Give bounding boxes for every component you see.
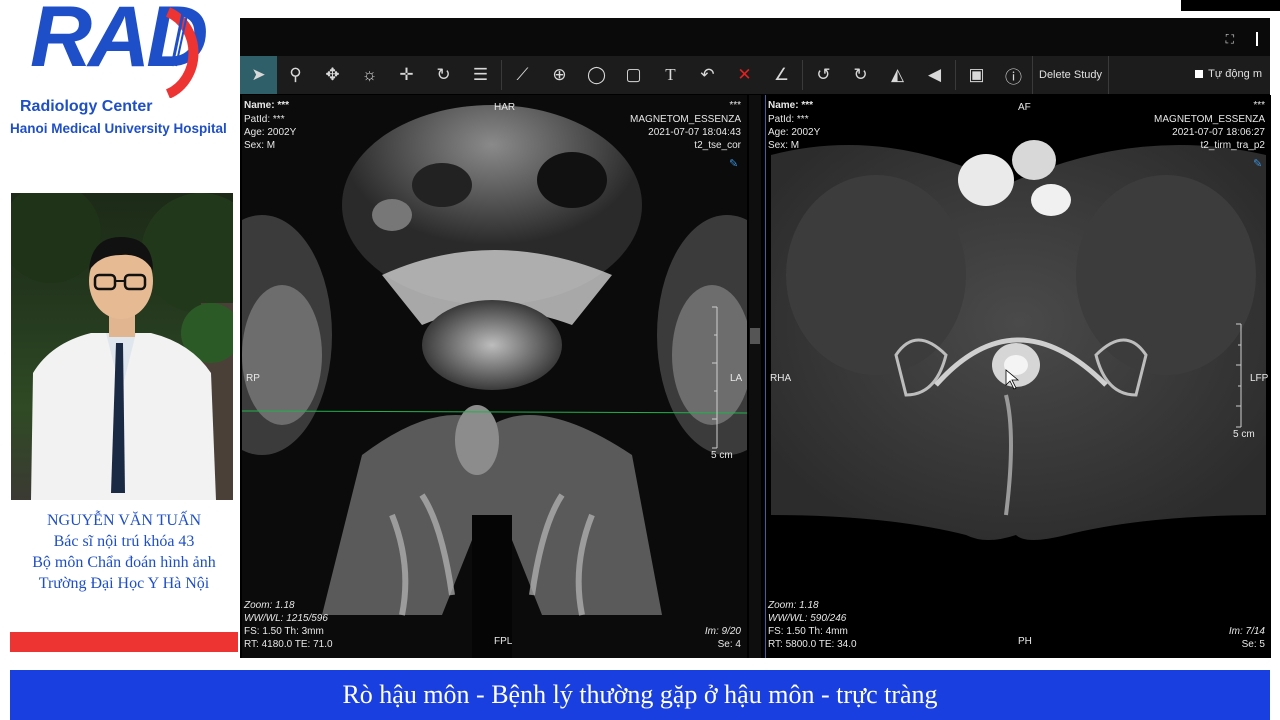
auto-label: Tự động m	[1208, 68, 1262, 80]
scanner-model: MAGNETOM_ESSENZA	[1154, 114, 1265, 125]
checkbox-box[interactable]	[1195, 70, 1204, 78]
anonymized-star: ***	[1253, 100, 1265, 111]
repetition-time: RT: 5800.0 TE: 34.0	[768, 639, 857, 650]
pan-icon[interactable]: ✥	[314, 56, 351, 94]
field-strength: FS: 1.50 Th: 4mm	[768, 626, 848, 637]
image-index: Im: 7/14	[1228, 626, 1265, 637]
series-number: Se: 5	[1241, 639, 1265, 650]
more-icon[interactable]	[1256, 32, 1266, 46]
patient-sex: Sex: M	[244, 140, 276, 151]
patient-id: PatId: ***	[244, 114, 285, 125]
rectangle-icon[interactable]: ▢	[615, 56, 652, 94]
viewport-scrollbar[interactable]	[749, 95, 761, 658]
orientation-top: HAR	[494, 102, 516, 113]
orientation-bottom: PH	[1018, 636, 1032, 647]
series-number: Se: 4	[717, 639, 741, 650]
logo-line1: Radiology Center	[20, 98, 153, 115]
dicom-viewer: ⛶ ➤ ⚲ ✥ ☼ ✛ ↻ ☰ ⟋ ⊕ ◯ ▢ T ↶ ✕ ∠ ↺ ↻ ◭ ◀ …	[240, 18, 1271, 658]
presenter-illustration	[11, 193, 233, 500]
mri-coronal-image	[242, 95, 747, 658]
patient-age: Age: 2002Y	[244, 127, 297, 138]
angle-icon[interactable]: ∠	[763, 56, 800, 94]
auto-checkbox[interactable]: Tự động m	[1195, 68, 1262, 80]
zoom-level: Zoom: 1.18	[244, 600, 295, 611]
window-level: WW/WL: 1215/596	[244, 613, 328, 624]
toolbar-separator	[501, 60, 502, 90]
study-datetime: 2021-07-07 18:06:27	[1172, 127, 1265, 138]
scale-label: 5 cm	[1233, 429, 1255, 440]
rad-logo: RAD Radiology Center Hanoi Medical Unive…	[10, 0, 238, 140]
scanner-model: MAGNETOM_ESSENZA	[630, 114, 741, 125]
save-icon[interactable]: ▣	[958, 56, 995, 94]
viewer-toolbar: ➤ ⚲ ✥ ☼ ✛ ↻ ☰ ⟋ ⊕ ◯ ▢ T ↶ ✕ ∠ ↺ ↻ ◭ ◀ ▣ …	[240, 56, 1270, 94]
series-description: t2_tirm_tra_p2	[1200, 140, 1265, 151]
study-datetime: 2021-07-07 18:04:43	[648, 127, 741, 138]
series-description: t2_tse_cor	[694, 140, 741, 151]
patient-name: Name: ***	[244, 100, 290, 111]
repetition-time: RT: 4180.0 TE: 71.0	[244, 639, 333, 650]
lecture-title: Rò hậu môn - Bệnh lý thường gặp ở hậu mô…	[342, 680, 938, 709]
length-icon[interactable]: ⟋	[504, 56, 541, 94]
toolbar-separator	[955, 60, 956, 90]
fullscreen-icon[interactable]: ⛶	[1226, 32, 1234, 47]
accent-bar	[10, 632, 238, 652]
delete-study-button[interactable]: Delete Study	[1032, 56, 1109, 94]
presenter-department: Bộ môn Chẩn đoán hình ảnh	[32, 554, 216, 571]
zoom-level: Zoom: 1.18	[768, 600, 819, 611]
scrollbar-thumb[interactable]	[750, 328, 760, 344]
rotate-left-icon[interactable]: ↺	[805, 56, 842, 94]
pointer-icon[interactable]: ➤	[240, 56, 277, 94]
viewport-coronal[interactable]: Name: *** PatId: *** Age: 2002Y Sex: M H…	[242, 95, 747, 658]
flip-horizontal-icon[interactable]: ◭	[879, 56, 916, 94]
toolbar-separator	[802, 60, 803, 90]
patient-name: Name: ***	[768, 100, 814, 111]
logo-line2: Hanoi Medical University Hospital	[10, 121, 227, 136]
mri-axial-image	[766, 95, 1271, 658]
undo-icon[interactable]: ↶	[689, 56, 726, 94]
window-level: WW/WL: 590/246	[768, 613, 847, 624]
probe-icon[interactable]: ⊕	[541, 56, 578, 94]
crosshair-icon[interactable]: ✛	[388, 56, 425, 94]
flip-vertical-icon[interactable]: ◀	[916, 56, 953, 94]
orientation-left: RHA	[770, 373, 792, 384]
window-level-icon[interactable]: ☼	[351, 56, 388, 94]
link-icon[interactable]: ✎	[1253, 157, 1265, 170]
corner-block	[1181, 0, 1280, 11]
presenter-caption: NGUYỄN VĂN TUẤN Bác sĩ nội trú khóa 43 B…	[10, 510, 238, 594]
presenter-school: Trường Đại Học Y Hà Nội	[38, 575, 210, 592]
orientation-right: LA	[730, 373, 743, 384]
info-icon[interactable]: ⓘ	[995, 56, 1032, 94]
stack-scroll-icon[interactable]: ☰	[462, 56, 499, 94]
patient-id: PatId: ***	[768, 114, 809, 125]
patient-age: Age: 2002Y	[768, 127, 821, 138]
rotate-icon[interactable]: ↻	[425, 56, 462, 94]
presenter-name: NGUYỄN VĂN TUẤN	[46, 512, 202, 529]
orientation-bottom: FPL	[494, 636, 513, 647]
rotate-right-icon[interactable]: ↻	[842, 56, 879, 94]
presenter-photo	[11, 193, 233, 500]
orientation-left: RP	[246, 373, 260, 384]
anonymized-star: ***	[729, 100, 741, 111]
image-index: Im: 9/20	[704, 626, 741, 637]
presenter-title: Bác sĩ nội trú khóa 43	[53, 533, 195, 550]
logo-ring-icon	[165, 7, 199, 98]
link-icon[interactable]: ✎	[729, 157, 741, 170]
text-icon[interactable]: T	[652, 56, 689, 94]
field-strength: FS: 1.50 Th: 3mm	[244, 626, 324, 637]
zoom-icon[interactable]: ⚲	[277, 56, 314, 94]
viewport-axial[interactable]: Name: *** PatId: *** Age: 2002Y Sex: M A…	[765, 95, 1271, 658]
orientation-right: LFP	[1250, 373, 1269, 384]
viewer-top-strip: ⛶	[240, 18, 1270, 56]
scale-label: 5 cm	[711, 450, 733, 461]
patient-sex: Sex: M	[768, 140, 800, 151]
ellipse-icon[interactable]: ◯	[578, 56, 615, 94]
orientation-top: AF	[1018, 102, 1031, 113]
delete-annotation-icon[interactable]: ✕	[726, 56, 763, 94]
